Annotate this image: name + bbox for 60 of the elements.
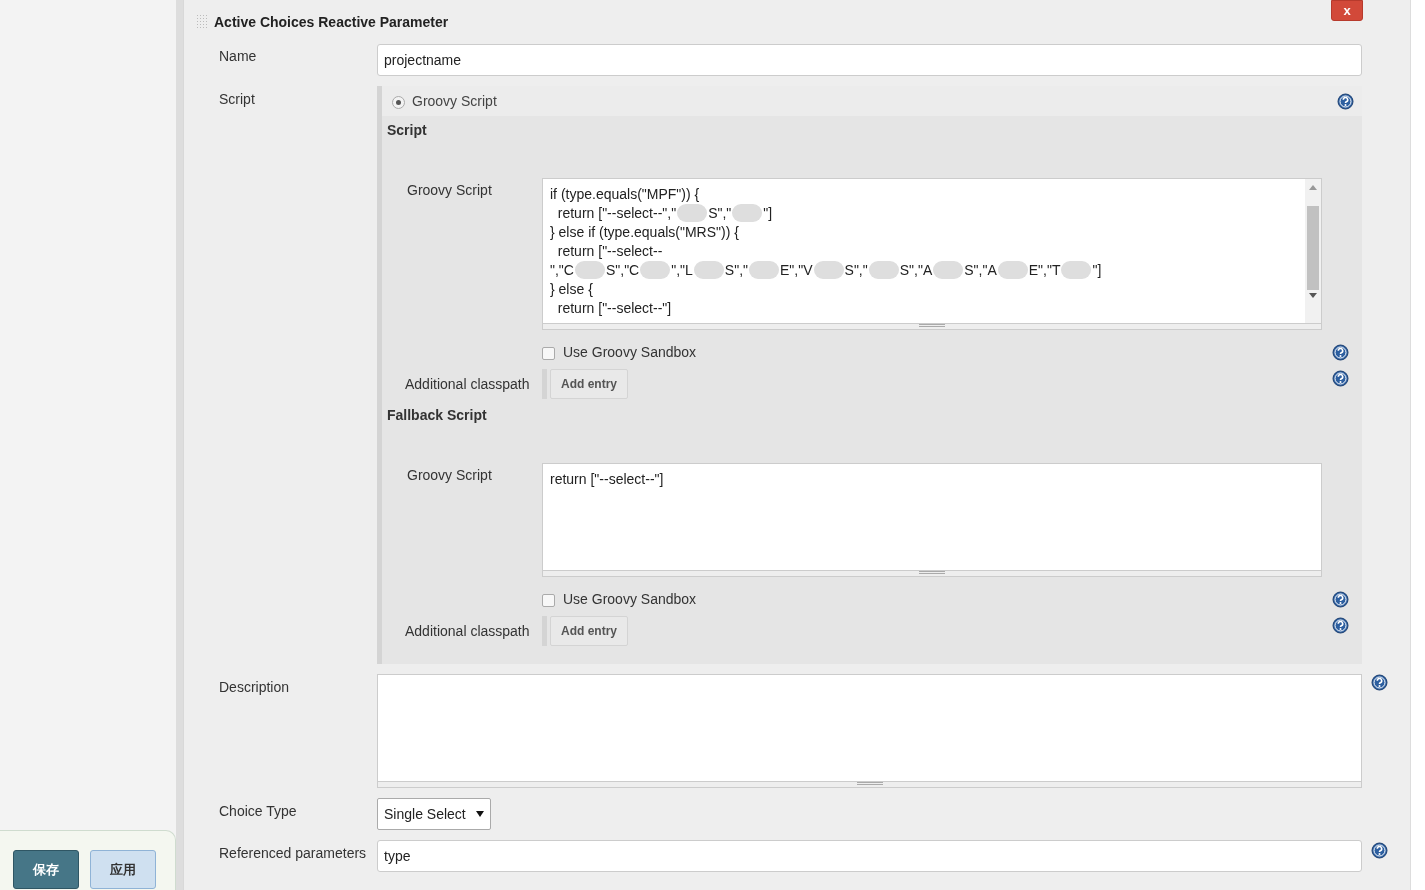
scroll-down-arrow-icon[interactable] bbox=[1309, 293, 1317, 299]
radio-label: Groovy Script bbox=[412, 93, 497, 109]
help-icon[interactable] bbox=[1332, 344, 1349, 361]
checkbox[interactable] bbox=[542, 347, 555, 360]
field-label: Script bbox=[219, 90, 256, 107]
code-line: return ["--select--"] bbox=[550, 470, 665, 489]
name-input[interactable]: projectname bbox=[377, 44, 1362, 76]
field-label: Groovy Script bbox=[407, 181, 493, 198]
dropdown-caret-icon bbox=[475, 811, 484, 817]
field-label: Description bbox=[219, 678, 291, 695]
apply-button[interactable]: 应用 bbox=[90, 850, 156, 889]
field-label: Referenced parameters bbox=[219, 844, 368, 861]
field-label: Additional classpath bbox=[405, 622, 531, 639]
resize-handle[interactable] bbox=[377, 782, 1362, 788]
help-icon[interactable] bbox=[1332, 617, 1349, 634]
checkbox-label: Use Groovy Sandbox bbox=[563, 344, 697, 360]
checkbox[interactable] bbox=[542, 594, 555, 607]
code-line: return ["--select--"," S"," "] bbox=[556, 204, 774, 223]
help-icon[interactable] bbox=[1332, 370, 1349, 387]
add-entry-button[interactable]: Add entry bbox=[550, 616, 628, 646]
code-line: } else { bbox=[550, 280, 594, 299]
delete-button[interactable]: x bbox=[1331, 0, 1363, 21]
field-label: Groovy Script bbox=[407, 466, 493, 483]
help-icon[interactable] bbox=[1371, 674, 1388, 691]
subsection-heading: Fallback Script bbox=[387, 407, 487, 423]
redaction-blur bbox=[677, 204, 708, 222]
code-editor[interactable]: return ["--select--"] bbox=[542, 463, 1322, 571]
scrollbar[interactable] bbox=[1305, 179, 1321, 323]
help-icon[interactable] bbox=[1332, 591, 1349, 608]
code-line: ","C S","C ","L S"," E","V S"," S","A S","A E","T "] bbox=[550, 261, 1103, 280]
choice-type-select[interactable]: Single Select bbox=[377, 798, 491, 830]
redaction-blur bbox=[868, 261, 899, 279]
redaction-blur bbox=[693, 261, 724, 279]
redaction-blur bbox=[640, 261, 671, 279]
code-line: return ["--select-- bbox=[556, 242, 664, 261]
code-editor[interactable]: if (type.equals("MPF")) { return ["--select--"," S"," "] } else if (type.equals("MRS")) { return ["--select-- ","C S","C ","L S"," E","V S"," S","A S","A E","T "] } else { return ["--select--"] bbox=[542, 178, 1322, 324]
code-line: } else if (type.equals("MRS")) { bbox=[550, 223, 740, 242]
section-title: Active Choices Reactive Parameter bbox=[214, 14, 449, 30]
field-label: Additional classpath bbox=[405, 375, 531, 392]
redaction-blur bbox=[997, 261, 1028, 279]
resize-handle[interactable] bbox=[542, 571, 1322, 577]
redaction-blur bbox=[574, 261, 605, 279]
save-button[interactable]: 保存 bbox=[13, 850, 79, 889]
redaction-blur bbox=[749, 261, 780, 279]
redaction-blur bbox=[813, 261, 844, 279]
radio-button[interactable] bbox=[392, 96, 405, 109]
checkbox-label: Use Groovy Sandbox bbox=[563, 591, 697, 607]
field-label: Choice Type bbox=[219, 802, 298, 819]
code-line: return ["--select--"] bbox=[556, 299, 673, 318]
help-icon[interactable] bbox=[1371, 842, 1388, 859]
add-entry-button[interactable]: Add entry bbox=[550, 369, 628, 399]
field-label: Name bbox=[219, 47, 258, 64]
redaction-blur bbox=[1061, 261, 1092, 279]
referenced-parameters-input[interactable]: type bbox=[377, 840, 1362, 872]
resize-handle[interactable] bbox=[542, 324, 1322, 330]
help-icon[interactable] bbox=[1337, 92, 1354, 110]
subsection-heading: Script bbox=[387, 122, 427, 138]
code-line: if (type.equals("MPF")) { bbox=[550, 185, 701, 204]
redaction-blur bbox=[732, 204, 763, 222]
redaction-blur bbox=[933, 261, 964, 279]
